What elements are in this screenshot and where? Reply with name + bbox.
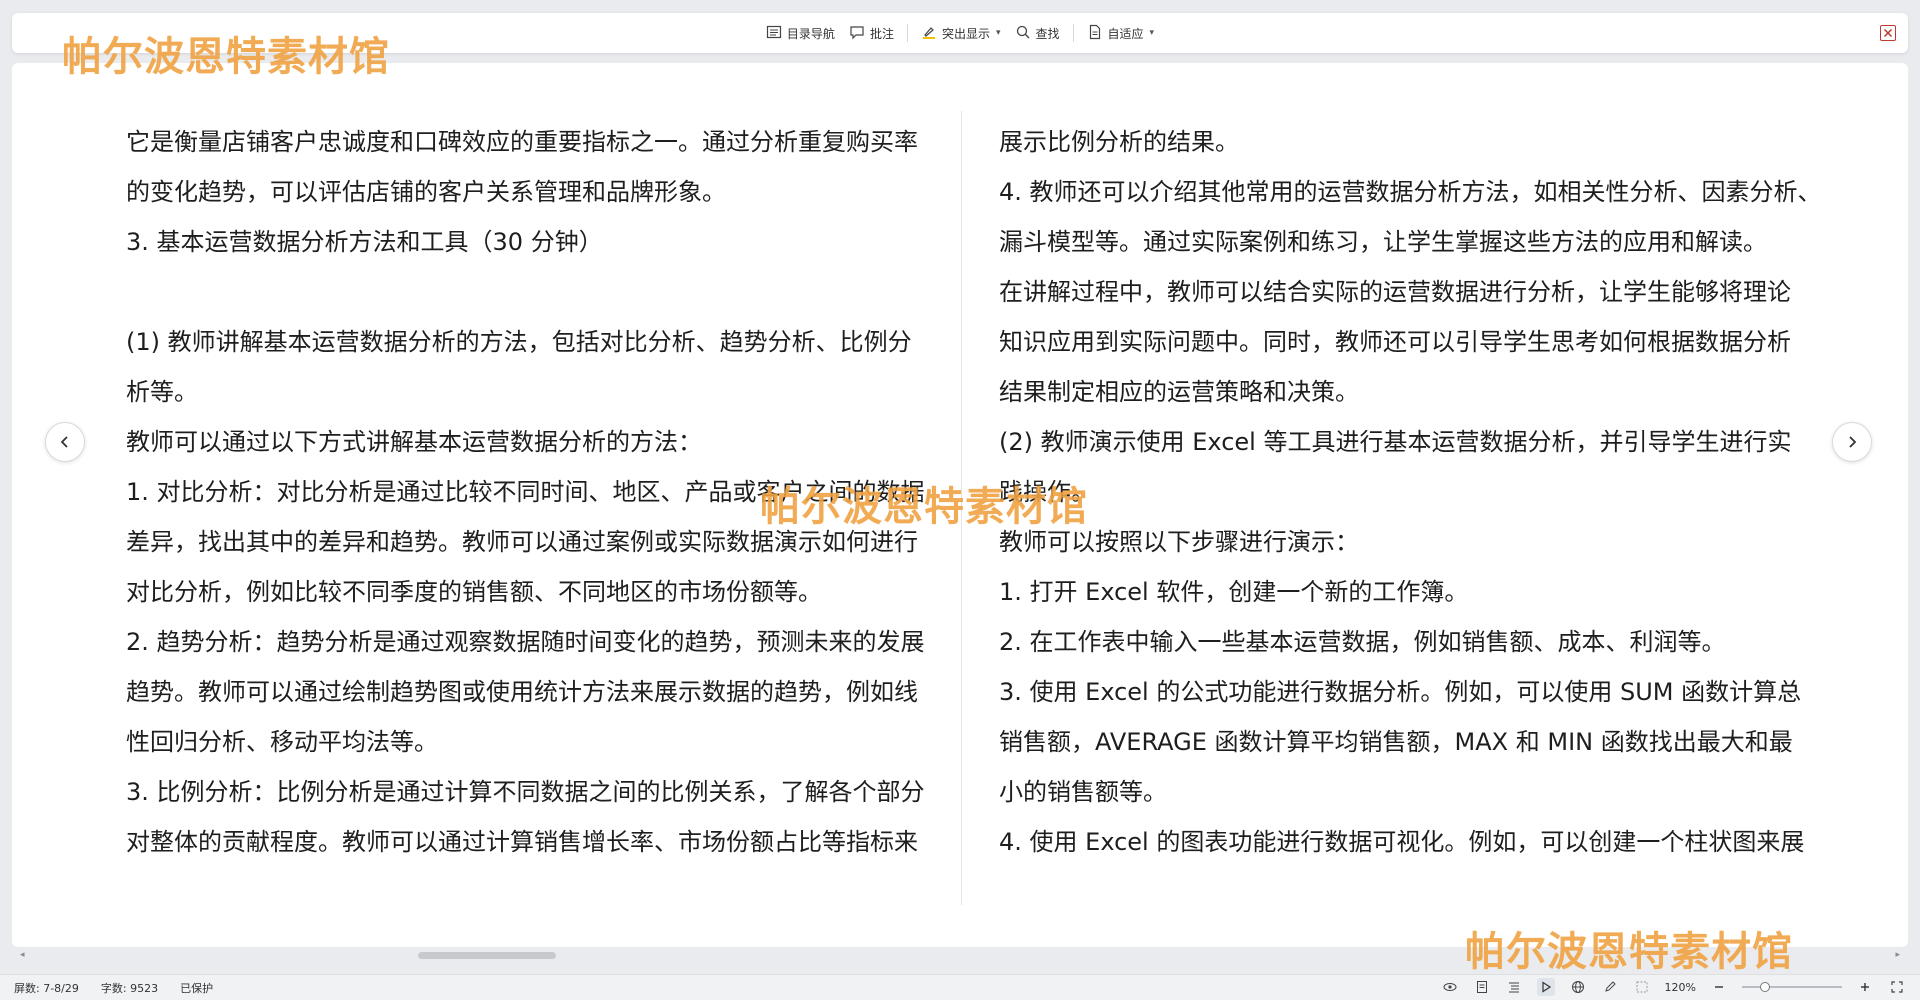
- text-line: 3. 比例分析：比例分析是通过计算不同数据之间的比例关系，了解各个部分: [126, 778, 925, 806]
- zoom-in-icon[interactable]: [1856, 978, 1874, 996]
- text-line: 对比分析，例如比较不同季度的销售额、不同地区的市场份额等。: [126, 578, 822, 606]
- text-line: 趋势。教师可以通过绘制趋势图或使用统计方法来展示数据的趋势，例如线: [126, 678, 918, 706]
- comment-icon: [849, 24, 865, 43]
- text-line: 它是衡量店铺客户忠诚度和口碑效应的重要指标之一。通过分析重复购买率: [126, 128, 918, 156]
- page-right: 展示比例分析的结果。 4. 教师还可以介绍其他常用的运营数据分析方法，如相关性分…: [999, 117, 1822, 867]
- toolbar-divider: [1072, 24, 1074, 42]
- text-line: 3. 基本运营数据分析方法和工具（30 分钟）: [126, 228, 603, 256]
- zoom-slider[interactable]: [1742, 978, 1842, 996]
- comment-label: 批注: [869, 26, 894, 41]
- catalog-icon: [766, 24, 782, 43]
- page-fit-button[interactable]: 自适应 ▾: [1080, 19, 1162, 47]
- chevron-left-icon: [60, 436, 68, 448]
- watermark: 帕尔波恩特素材馆: [1465, 928, 1793, 975]
- page-fit-label: 自适应: [1107, 26, 1144, 41]
- page-view-icon[interactable]: [1473, 978, 1491, 996]
- highlight-pen-icon: [921, 24, 937, 43]
- text-line: 2. 趋势分析：趋势分析是通过观察数据随时间变化的趋势，预测未来的发展: [126, 628, 925, 656]
- text-line: 4. 教师还可以介绍其他常用的运营数据分析方法，如相关性分析、因素分析、: [999, 178, 1822, 206]
- protection-status: 已保护: [180, 982, 214, 995]
- zoom-knob[interactable]: [1760, 982, 1770, 992]
- highlight-button[interactable]: 突出显示 ▾: [914, 19, 1008, 47]
- pen-icon[interactable]: [1601, 978, 1619, 996]
- text-line: 在讲解过程中，教师可以结合实际的运营数据进行分析，让学生能够将理论: [999, 278, 1791, 306]
- text-line: 教师可以按照以下步骤进行演示：: [999, 528, 1359, 556]
- page-fit-icon: [1087, 24, 1103, 43]
- fullscreen-icon[interactable]: [1888, 978, 1906, 996]
- text-line: 4. 使用 Excel 的图表功能进行数据可视化。例如，可以创建一个柱状图来展: [999, 828, 1805, 856]
- text-line: 知识应用到实际问题中。同时，教师还可以引导学生思考如何根据数据分析: [999, 328, 1791, 356]
- close-icon: [1883, 28, 1893, 38]
- text-line: 的变化趋势，可以评估店铺的客户关系管理和品牌形象。: [126, 178, 726, 206]
- word-count: 字数: 9523: [100, 982, 159, 995]
- watermark: 帕尔波恩特素材馆: [62, 33, 390, 80]
- page-count: 屏数: 7-8/29: [14, 982, 79, 995]
- text-line: 析等。: [126, 378, 198, 406]
- text-line: 小的销售额等。: [999, 778, 1167, 806]
- next-page-button[interactable]: [1832, 422, 1872, 462]
- toolbar-divider: [906, 24, 908, 42]
- text-line: 销售额，AVERAGE 函数计算平均销售额，MAX 和 MIN 函数找出最大和最: [999, 728, 1793, 756]
- scroll-left-icon[interactable]: ◂: [20, 950, 25, 960]
- scrollbar-thumb[interactable]: [418, 952, 556, 959]
- watermark: 帕尔波恩特素材馆: [760, 483, 1088, 530]
- find-button[interactable]: 查找: [1008, 19, 1067, 47]
- search-icon: [1015, 24, 1031, 43]
- text-line: 教师可以通过以下方式讲解基本运营数据分析的方法：: [126, 428, 702, 456]
- text-line: 践操作。: [999, 478, 1095, 506]
- find-label: 查找: [1035, 26, 1060, 41]
- highlight-label: 突出显示: [941, 26, 990, 41]
- text-line: 2. 在工作表中输入一些基本运营数据，例如销售额、成本、利润等。: [999, 628, 1726, 656]
- chevron-down-icon: ▾: [995, 28, 1001, 38]
- zoom-level[interactable]: 120%: [1665, 981, 1696, 994]
- text-line: (2) 教师演示使用 Excel 等工具进行基本运营数据分析，并引导学生进行实: [999, 428, 1792, 456]
- web-view-icon[interactable]: [1569, 978, 1587, 996]
- comment-button[interactable]: 批注: [842, 19, 901, 47]
- status-bar: 屏数: 7-8/29 字数: 9523 已保护 120%: [0, 974, 1920, 1000]
- zoom-out-icon[interactable]: [1710, 978, 1728, 996]
- prev-page-button[interactable]: [45, 422, 85, 462]
- catalog-nav-label: 目录导航: [786, 26, 835, 41]
- text-line: 展示比例分析的结果。: [999, 128, 1239, 156]
- chevron-right-icon: [1849, 436, 1857, 448]
- text-line: 结果制定相应的运营策略和决策。: [999, 378, 1359, 406]
- zoom-track: [1742, 986, 1842, 988]
- play-icon[interactable]: [1536, 978, 1555, 996]
- text-line: (1) 教师讲解基本运营数据分析的方法，包括对比分析、趋势分析、比例分: [126, 328, 912, 356]
- text-line: 对整体的贡献程度。教师可以通过计算销售增长率、市场份额占比等指标来: [126, 828, 918, 856]
- scroll-right-icon[interactable]: ▸: [1895, 950, 1900, 960]
- text-line: [126, 267, 926, 317]
- text-line: 性回归分析、移动平均法等。: [126, 728, 438, 756]
- text-line: 3. 使用 Excel 的公式功能进行数据分析。例如，可以使用 SUM 函数计算…: [999, 678, 1802, 706]
- chevron-down-icon: ▾: [1149, 28, 1155, 38]
- close-button[interactable]: [1880, 25, 1896, 41]
- catalog-nav-button[interactable]: 目录导航: [759, 19, 842, 47]
- outline-view-icon[interactable]: [1505, 978, 1523, 996]
- eye-protect-icon[interactable]: [1441, 978, 1459, 996]
- text-line: 漏斗模型等。通过实际案例和练习，让学生掌握这些方法的应用和解读。: [999, 228, 1767, 256]
- fit-page-icon[interactable]: [1633, 978, 1651, 996]
- text-line: 1. 打开 Excel 软件，创建一个新的工作簿。: [999, 578, 1469, 606]
